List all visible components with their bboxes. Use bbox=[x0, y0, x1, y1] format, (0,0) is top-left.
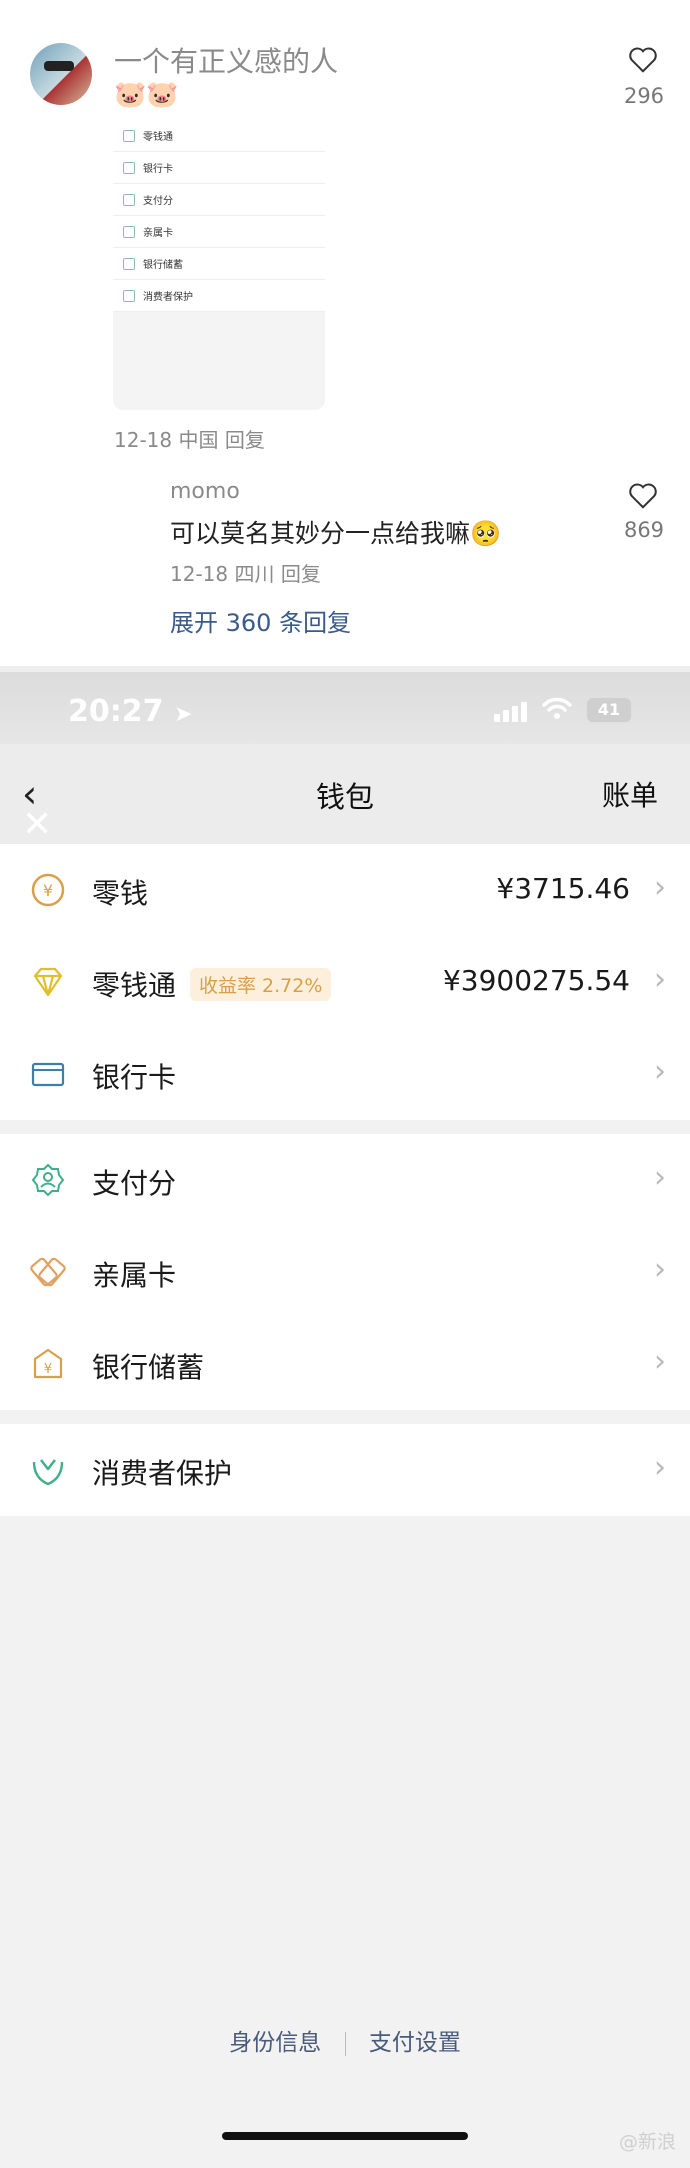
thumbnail-row: 银行储蓄 bbox=[113, 248, 325, 280]
chevron-right-icon: › bbox=[654, 1252, 666, 1287]
comment-meta[interactable]: 12-18 中国 回复 bbox=[114, 424, 265, 453]
status-time: 20:27 ➤ bbox=[68, 694, 193, 729]
battery-icon: 41 bbox=[586, 697, 632, 723]
signal-icon bbox=[494, 702, 530, 726]
home-indicator[interactable] bbox=[222, 2132, 468, 2140]
chevron-right-icon: › bbox=[654, 1450, 666, 1485]
thumbnail-row: 银行卡 bbox=[113, 152, 325, 184]
wallet-item-family-card[interactable]: 亲属卡 › bbox=[0, 1226, 690, 1318]
coin-icon: ¥ bbox=[31, 873, 65, 907]
comment-username[interactable]: 一个有正义感的人 bbox=[114, 40, 338, 80]
chevron-right-icon: › bbox=[654, 870, 666, 905]
comment-section: 一个有正义感的人 🐷🐷 296 零钱通 银行卡 支付分 亲属卡 银行储蓄 消费者… bbox=[0, 0, 690, 672]
heart-icon[interactable] bbox=[628, 482, 658, 510]
item-value: ¥3715.46 bbox=[496, 872, 630, 905]
thumbnail-row: 亲属卡 bbox=[113, 216, 325, 248]
heart-icon[interactable] bbox=[628, 46, 658, 74]
item-label: 支付分 bbox=[92, 1167, 177, 1200]
item-label: 银行卡 bbox=[92, 1061, 177, 1094]
comment-image-thumbnail[interactable]: 零钱通 银行卡 支付分 亲属卡 银行储蓄 消费者保护 bbox=[113, 120, 325, 410]
item-label: 消费者保护 bbox=[92, 1457, 233, 1490]
bill-button[interactable]: 账单 bbox=[602, 774, 658, 814]
chevron-right-icon: › bbox=[654, 962, 666, 997]
item-label: 零钱通 bbox=[92, 969, 177, 1002]
footer-divider bbox=[344, 2031, 346, 2056]
wifi-icon bbox=[542, 697, 572, 719]
item-value: ¥3900275.54 bbox=[442, 964, 630, 997]
status-bar: 20:27 ➤ 41 bbox=[0, 672, 690, 744]
score-icon bbox=[31, 1163, 65, 1197]
diamond-icon bbox=[33, 967, 63, 997]
wallet-item-consumer-protection[interactable]: 消费者保护 › bbox=[0, 1424, 690, 1516]
wallet-item-bank-card[interactable]: 银行卡 › bbox=[0, 1028, 690, 1120]
item-label: 银行储蓄 bbox=[92, 1351, 205, 1384]
reply-like-count: 869 bbox=[623, 518, 665, 542]
reply-meta[interactable]: 12-18 四川 回复 bbox=[170, 558, 321, 587]
location-arrow-icon: ➤ bbox=[173, 702, 193, 727]
wallet-screenshot: 20:27 ➤ 41 ‹ ✕ 钱包 账单 ¥ 零钱 ¥3715.46 › 零钱通… bbox=[0, 672, 690, 2168]
wallet-item-bank-savings[interactable]: ¥ 银行储蓄 › bbox=[0, 1318, 690, 1410]
page-title: 钱包 bbox=[315, 780, 374, 814]
thumbnail-row: 支付分 bbox=[113, 184, 325, 216]
payment-settings-link[interactable]: 支付设置 bbox=[369, 2030, 461, 2056]
wallet-group-protection: 消费者保护 › bbox=[0, 1424, 690, 1516]
thumbnail-row: 消费者保护 bbox=[113, 280, 325, 312]
card-icon bbox=[31, 1062, 65, 1087]
wallet-group-services: 支付分 › 亲属卡 › ¥ 银行储蓄 › bbox=[0, 1134, 690, 1410]
expand-replies-link[interactable]: 展开 360 条回复 bbox=[170, 603, 351, 638]
watermark: @新浪 bbox=[618, 2131, 676, 2153]
comment-like-count: 296 bbox=[623, 84, 665, 108]
svg-text:¥: ¥ bbox=[43, 881, 53, 900]
footer-links: 身份信息 支付设置 bbox=[0, 2023, 690, 2057]
thumbnail-row: 零钱通 bbox=[113, 120, 325, 152]
reply-text: 可以莫名其妙分一点给我嘛🥺 bbox=[170, 519, 502, 548]
thumbnail-list: 零钱通 银行卡 支付分 亲属卡 银行储蓄 消费者保护 bbox=[113, 120, 325, 312]
wallet-group-balance: ¥ 零钱 ¥3715.46 › 零钱通 收益率 2.72% ¥3900275.5… bbox=[0, 844, 690, 1120]
identity-info-link[interactable]: 身份信息 bbox=[229, 2030, 321, 2056]
reply-username[interactable]: momo bbox=[170, 479, 240, 504]
protection-icon bbox=[32, 1459, 64, 1486]
family-card-icon bbox=[30, 1257, 66, 1287]
svg-text:¥: ¥ bbox=[44, 1362, 52, 1377]
chevron-right-icon: › bbox=[654, 1344, 666, 1379]
yield-badge: 收益率 2.72% bbox=[190, 968, 332, 1001]
wallet-item-lingqiantong[interactable]: 零钱通 收益率 2.72% ¥3900275.54 › bbox=[0, 936, 690, 1028]
avatar[interactable] bbox=[30, 43, 92, 105]
comment-emoji: 🐷🐷 bbox=[114, 80, 179, 110]
chevron-right-icon: › bbox=[654, 1054, 666, 1089]
item-label: 零钱 bbox=[92, 877, 149, 910]
chevron-right-icon: › bbox=[654, 1160, 666, 1195]
wallet-item-pay-score[interactable]: 支付分 › bbox=[0, 1134, 690, 1226]
wallet-item-change[interactable]: ¥ 零钱 ¥3715.46 › bbox=[0, 844, 690, 936]
navigation-bar: ‹ ✕ 钱包 账单 bbox=[0, 744, 690, 845]
item-label: 亲属卡 bbox=[92, 1259, 177, 1292]
savings-icon: ¥ bbox=[33, 1348, 63, 1379]
